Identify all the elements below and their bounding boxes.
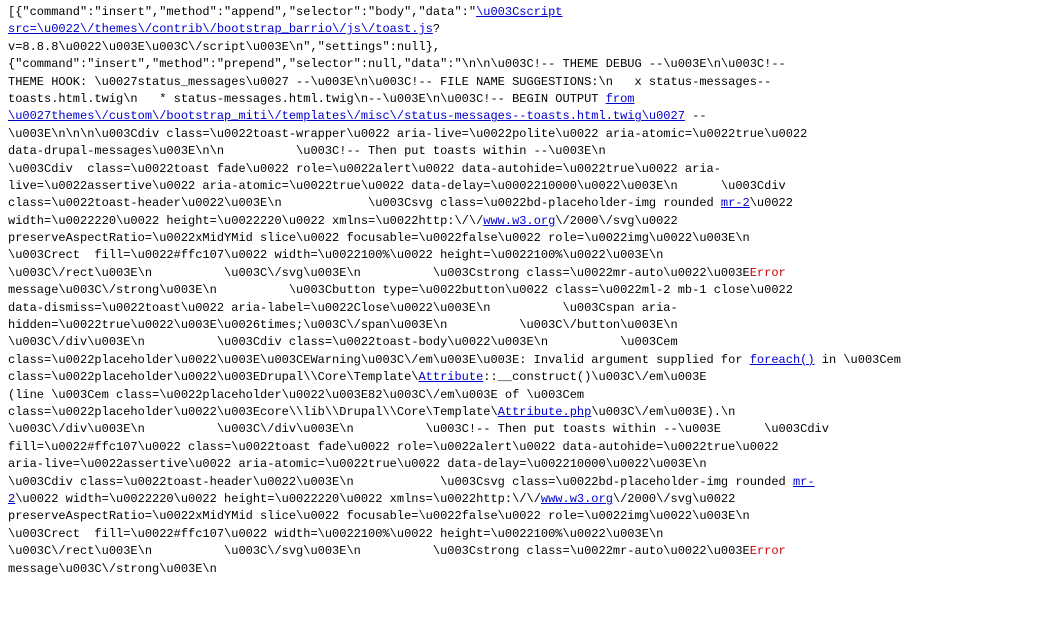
code-line-9: data-drupal-messages\u003E\n\n \u003C!--…: [8, 143, 1053, 160]
code-line-31: \u003Crect fill=\u0022#ffc107\u0022 widt…: [8, 526, 1053, 543]
code-line-34: [8, 578, 1053, 595]
code-line-23: (line \u003Cem class=\u0022placeholder\u…: [8, 387, 1053, 404]
code-line-18: data-dismiss=\u0022toast\u0022 aria-labe…: [8, 300, 1053, 317]
code-line-12: class=\u0022toast-header\u0022\u003E\n \…: [8, 195, 1053, 212]
code-line-19: hidden=\u0022true\u0022\u003E\u0026times…: [8, 317, 1053, 334]
code-line-16: \u003C\/rect\u003E\n \u003C\/svg\u003E\n…: [8, 265, 1053, 282]
code-line-10: \u003Cdiv class=\u0022toast fade\u0022 r…: [8, 161, 1053, 178]
code-line-25: \u003C\/div\u003E\n \u003C\/div\u003E\n …: [8, 421, 1053, 438]
code-line-21: class=\u0022placeholder\u0022\u003E\u003…: [8, 352, 1053, 369]
code-line-6: toasts.html.twig\n * status-messages.htm…: [8, 91, 1053, 108]
code-line-35: [8, 595, 1053, 612]
code-line-33: message\u003C\/strong\u003E\n: [8, 561, 1053, 578]
code-line-22: class=\u0022placeholder\u0022\u003EDrupa…: [8, 369, 1053, 386]
code-line-5: THEME HOOK: \u0027status_messages\u0027 …: [8, 74, 1053, 91]
code-line-30: preserveAspectRatio=\u0022xMidYMid slice…: [8, 508, 1053, 525]
code-line-32: \u003C\/rect\u003E\n \u003C\/svg\u003E\n…: [8, 543, 1053, 560]
code-line-4: {"command":"insert","method":"prepend","…: [8, 56, 1053, 73]
code-output-container[interactable]: [{"command":"insert","method":"append","…: [0, 0, 1061, 622]
code-line-29: 2\u0022 width=\u0022220\u0022 height=\u0…: [8, 491, 1053, 508]
code-line-1: [{"command":"insert","method":"append","…: [8, 4, 1053, 21]
code-line-28: \u003Cdiv class=\u0022toast-header\u0022…: [8, 474, 1053, 491]
code-line-2: src=\u0022\/themes\/contrib\/bootstrap_b…: [8, 21, 1053, 38]
code-line-8: \u003E\n\n\n\u003Cdiv class=\u0022toast-…: [8, 126, 1053, 143]
code-line-11: live=\u0022assertive\u0022 aria-atomic=\…: [8, 178, 1053, 195]
code-line-3: v=8.8.8\u0022\u003E\u003C\/script\u003E\…: [8, 39, 1053, 56]
code-line-17: message\u003C\/strong\u003E\n \u003Cbutt…: [8, 282, 1053, 299]
code-line-13: width=\u0022220\u0022 height=\u0022220\u…: [8, 213, 1053, 230]
code-line-20: \u003C\/div\u003E\n \u003Cdiv class=\u00…: [8, 334, 1053, 351]
code-line-15: \u003Crect fill=\u0022#ffc107\u0022 widt…: [8, 247, 1053, 264]
code-line-7: \u0027themes\/custom\/bootstrap_miti\/te…: [8, 108, 1053, 125]
code-line-14: preserveAspectRatio=\u0022xMidYMid slice…: [8, 230, 1053, 247]
code-line-26: fill=\u0022#ffc107\u0022 class=\u0022toa…: [8, 439, 1053, 456]
code-line-24: class=\u0022placeholder\u0022\u003Ecore\…: [8, 404, 1053, 421]
code-line-27: aria-live=\u0022assertive\u0022 aria-ato…: [8, 456, 1053, 473]
